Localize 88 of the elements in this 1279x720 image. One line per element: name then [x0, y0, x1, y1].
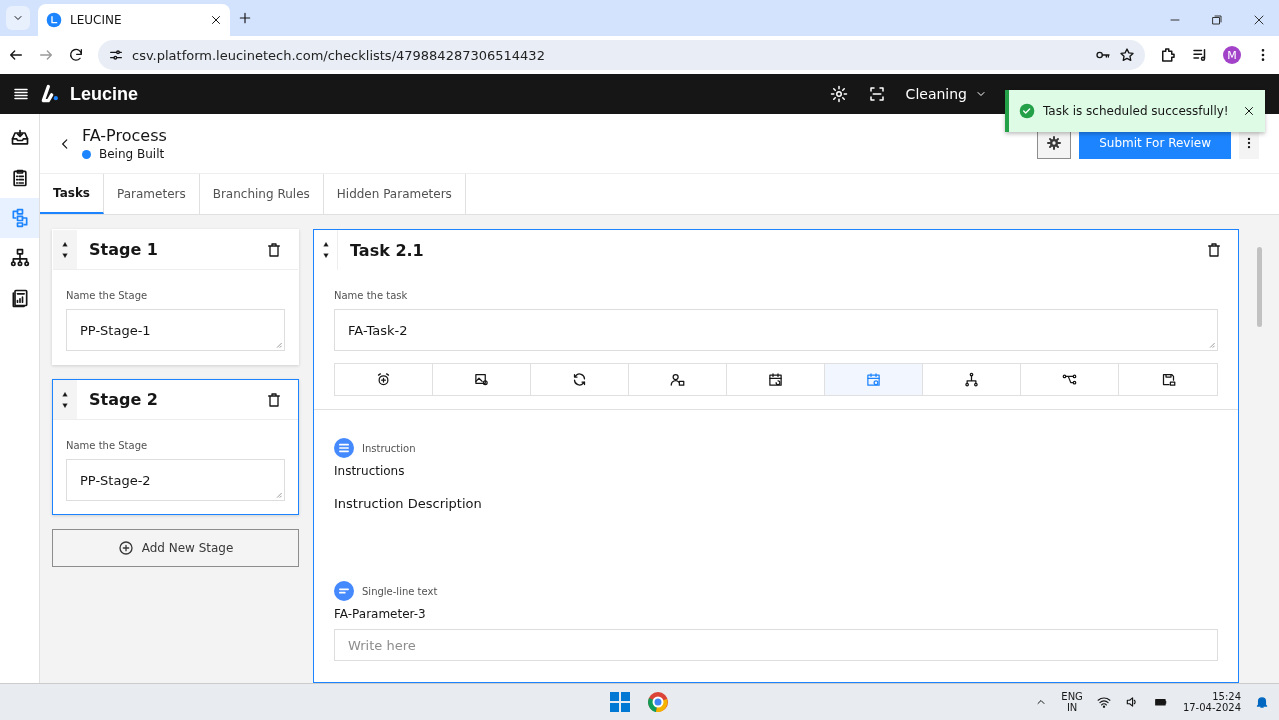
chrome-icon[interactable] — [646, 690, 670, 714]
alarm-icon — [376, 372, 391, 387]
logo-icon — [40, 84, 60, 104]
move-down-icon[interactable] — [61, 402, 69, 409]
plus-circle-icon — [117, 540, 134, 556]
tab[interactable]: Parameters — [104, 174, 200, 214]
tab[interactable]: Hidden Parameters — [323, 174, 466, 214]
clock-date[interactable]: 17-04-2024 — [1182, 702, 1241, 713]
resize-grip-icon[interactable] — [1207, 340, 1215, 348]
windows-icon[interactable] — [608, 690, 632, 714]
star-icon[interactable] — [1119, 47, 1135, 63]
close-icon[interactable] — [1243, 105, 1255, 117]
stage-card[interactable]: Stage 2 Name the Stage PP-Stage-2 — [52, 379, 299, 515]
user-lock-icon — [670, 372, 685, 387]
task-name-field[interactable]: FA-Task-2 — [334, 309, 1218, 351]
brand-name: Leucine — [70, 83, 139, 105]
scan-icon[interactable] — [867, 85, 886, 103]
stage-card[interactable]: Stage 1 Name the Stage PP-Stage-1 — [52, 229, 299, 365]
clock-time[interactable]: 15:24 — [1212, 691, 1241, 702]
calendar-clock-icon — [866, 372, 881, 387]
checklist-title: FA-Process — [82, 126, 167, 145]
branch-icon — [964, 372, 979, 387]
field-value: FA-Task-2 — [348, 322, 408, 338]
toast-message: Task is scheduled successfully! — [1043, 104, 1230, 118]
move-up-icon[interactable] — [61, 390, 69, 397]
close-icon[interactable] — [210, 14, 222, 26]
volume-icon[interactable] — [1124, 695, 1139, 709]
field-label: Name the task — [334, 290, 409, 301]
connector-icon — [1062, 372, 1077, 387]
text-field-icon — [334, 581, 354, 601]
reload-icon[interactable] — [68, 47, 84, 63]
back-icon[interactable] — [8, 47, 24, 63]
task-title: Task 2.1 — [350, 240, 425, 260]
status-label: Being Built — [99, 147, 165, 161]
delete-icon[interactable] — [266, 391, 282, 408]
tab-title: LEUCINE — [70, 13, 123, 27]
instruction-description: Instruction Description — [334, 496, 483, 511]
image-icon — [474, 372, 489, 387]
calendar-icon — [768, 372, 783, 387]
new-tab-icon[interactable] — [238, 11, 252, 25]
field-value: PP-Stage-1 — [80, 322, 151, 338]
field-value: PP-Stage-2 — [80, 472, 151, 488]
parameter-type: Instruction — [362, 442, 416, 454]
language-label[interactable]: ENG — [1061, 691, 1083, 702]
tab[interactable]: Branching Rules — [199, 174, 324, 214]
instruction-icon — [334, 438, 354, 458]
forward-icon[interactable] — [38, 47, 54, 63]
text-input-field[interactable]: Write here — [334, 629, 1218, 661]
hierarchy-icon — [9, 248, 30, 268]
inbox-icon — [9, 128, 30, 148]
profile-avatar[interactable]: M — [1223, 46, 1241, 64]
facility-dropdown[interactable]: Cleaning — [905, 86, 987, 102]
bell-icon[interactable] — [1255, 695, 1269, 709]
field-label: Name the Stage — [66, 290, 149, 301]
url-text: csv.platform.leucinetech.com/checklists/479884287306514432 — [132, 47, 546, 63]
stage-title: Stage 1 — [89, 240, 159, 259]
save-lock-icon — [1160, 372, 1176, 387]
placeholder-text: Write here — [348, 637, 416, 653]
stage-title: Stage 2 — [89, 390, 159, 409]
resize-grip-icon[interactable] — [274, 490, 282, 498]
check-circle-icon — [1019, 103, 1035, 119]
delete-icon[interactable] — [1206, 242, 1222, 258]
field-label: Name the Stage — [66, 440, 149, 451]
parameter-title: Instructions — [334, 464, 406, 478]
region-label[interactable]: IN — [1066, 702, 1078, 713]
extensions-icon[interactable] — [1159, 46, 1177, 64]
close-icon[interactable] — [1253, 14, 1265, 26]
move-up-icon[interactable] — [321, 241, 330, 247]
restore-icon[interactable] — [1211, 14, 1223, 26]
stage-name-field[interactable]: PP-Stage-2 — [66, 459, 285, 501]
move-up-icon[interactable] — [61, 240, 69, 247]
parameter-title: FA-Parameter-3 — [334, 607, 427, 621]
parameter-type: Single-line text — [362, 585, 438, 597]
wifi-icon[interactable] — [1096, 695, 1111, 709]
move-down-icon[interactable] — [321, 253, 330, 259]
resize-grip-icon[interactable] — [274, 340, 282, 348]
move-down-icon[interactable] — [61, 252, 69, 259]
delete-icon[interactable] — [266, 241, 282, 258]
site-settings-icon[interactable] — [108, 47, 124, 63]
scrollbar-thumb[interactable] — [1256, 247, 1262, 327]
facility-label: Cleaning — [905, 86, 967, 102]
add-stage-button[interactable]: Add New Stage — [52, 529, 299, 567]
browser-tab[interactable]: LEUCINE — [38, 4, 230, 36]
refresh-icon — [572, 372, 587, 387]
logo-icon — [46, 12, 62, 28]
status-dot — [82, 149, 91, 159]
stage-name-field[interactable]: PP-Stage-1 — [66, 309, 285, 351]
address-bar[interactable]: csv.platform.leucinetech.com/checklists/479884287306514432 — [98, 40, 1145, 70]
